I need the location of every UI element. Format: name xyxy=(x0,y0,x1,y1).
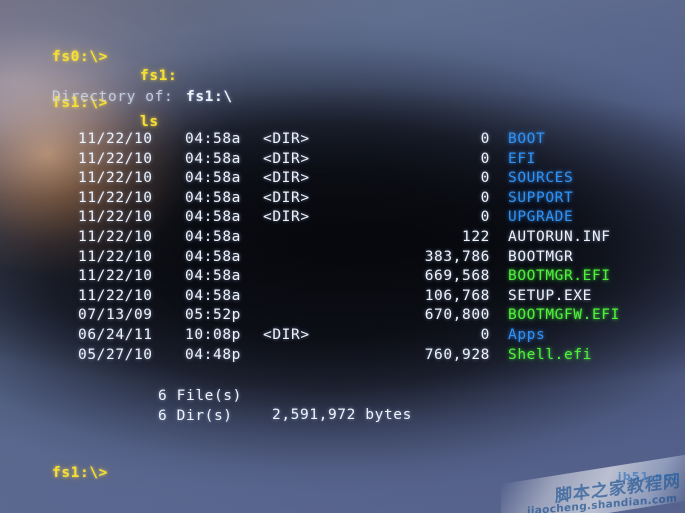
entry-time: 04:58a xyxy=(185,248,241,265)
directory-of-label: Directory of: xyxy=(52,89,174,105)
entry-name[interactable]: AUTORUN.INF xyxy=(508,228,611,248)
entry-name[interactable]: SUPPORT xyxy=(508,189,573,209)
entry-date: 05/27/10 xyxy=(78,346,153,363)
entry-time: 04:58a xyxy=(185,209,241,226)
summary-total-bytes: 2,591,972 bytes xyxy=(272,407,412,424)
entry-size: 0 xyxy=(480,189,490,206)
entry-size: 0 xyxy=(480,131,490,147)
uefi-shell-screen: fs0:\> fs1: fs1:\> ls Directory of: fs1:… xyxy=(0,0,685,513)
entry-size: 669,568 xyxy=(424,268,490,285)
entry-date: 11/22/10 xyxy=(78,131,153,147)
entry-date: 11/22/10 xyxy=(78,150,153,167)
entry-time: 10:08p xyxy=(185,327,241,343)
entry-size: 383,786 xyxy=(424,248,490,265)
summary-file-count: 6 File(s) xyxy=(158,387,242,404)
entry-time: 04:58a xyxy=(185,229,241,245)
entry-attribute: <DIR> xyxy=(263,131,310,147)
entry-size: 0 xyxy=(480,209,490,226)
entry-date: 11/22/10 xyxy=(78,268,153,285)
entry-size: 0 xyxy=(480,327,490,343)
entry-time: 04:58a xyxy=(185,287,241,304)
entry-attribute: <DIR> xyxy=(263,327,310,343)
entry-date: 11/22/10 xyxy=(78,229,153,245)
entry-name[interactable]: Shell.efi xyxy=(508,346,592,366)
entry-attribute: <DIR> xyxy=(263,170,310,187)
entry-size: 106,768 xyxy=(424,287,490,304)
entry-time: 04:58a xyxy=(185,170,241,187)
entry-time: 05:52p xyxy=(185,307,241,324)
entry-time: 04:58a xyxy=(185,189,241,206)
entry-name[interactable]: BOOT xyxy=(508,130,545,150)
prompt-final[interactable]: fs1:\> xyxy=(52,464,108,484)
summary-dir-count: 6 Dir(s) xyxy=(158,407,233,424)
entry-date: 11/22/10 xyxy=(78,287,153,304)
terminal-text-layer[interactable]: fs0:\> fs1: fs1:\> ls Directory of: fs1:… xyxy=(0,0,685,513)
entry-time: 04:58a xyxy=(185,150,241,167)
entry-date: 11/22/10 xyxy=(78,170,153,187)
entry-attribute: <DIR> xyxy=(263,189,310,206)
command-change-drive: fs1: xyxy=(140,68,178,85)
entry-time: 04:58a xyxy=(185,131,241,147)
entry-size: 0 xyxy=(480,170,490,187)
entry-date: 11/22/10 xyxy=(78,209,153,226)
entry-date: 11/22/10 xyxy=(78,189,153,206)
entry-attribute: <DIR> xyxy=(263,209,310,226)
entry-time: 04:58a xyxy=(185,268,241,285)
entry-date: 06/24/11 xyxy=(78,327,153,343)
entry-name[interactable]: UPGRADE xyxy=(508,208,573,228)
entry-name[interactable]: SOURCES xyxy=(508,169,573,189)
entry-time: 04:48p xyxy=(185,346,241,363)
entry-name[interactable]: BOOTMGR.EFI xyxy=(508,267,611,287)
entry-name[interactable]: BOOTMGR xyxy=(508,248,573,268)
entry-date: 07/13/09 xyxy=(78,307,153,324)
entry-attribute: <DIR> xyxy=(263,150,310,167)
entry-size: 760,928 xyxy=(424,346,490,363)
entry-size: 122 xyxy=(462,229,490,245)
prompt-fs0: fs0:\> xyxy=(52,48,108,65)
entry-date: 11/22/10 xyxy=(78,248,153,265)
entry-name[interactable]: BOOTMGFW.EFI xyxy=(508,306,620,326)
entry-size: 670,800 xyxy=(424,307,490,324)
entry-size: 0 xyxy=(480,150,490,167)
directory-of-path: fs1:\ xyxy=(186,89,233,105)
entry-name[interactable]: Apps xyxy=(508,326,545,346)
entry-name[interactable]: EFI xyxy=(508,150,536,170)
entry-name[interactable]: SETUP.EXE xyxy=(508,287,592,307)
